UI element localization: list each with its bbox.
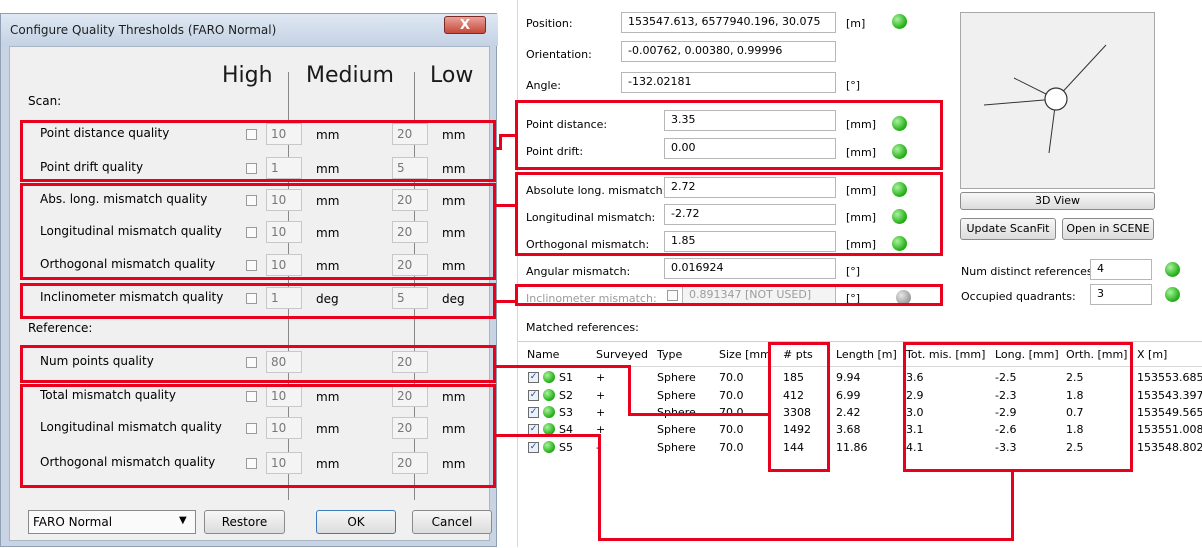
highlight-inclinometer-value [515, 284, 943, 306]
column-header[interactable]: Size [mm [719, 348, 771, 361]
connector-line [628, 413, 769, 416]
table-cell: + [596, 389, 606, 402]
scan-section-label: Scan: [28, 94, 62, 108]
connector-line [499, 134, 516, 137]
table-cell: Sphere [657, 441, 696, 454]
table-cell: Sphere [657, 423, 696, 436]
highlight-point-quality [20, 120, 496, 182]
table-cell: S5 [559, 441, 573, 454]
angle-unit: [°] [846, 79, 861, 92]
row-checkbox[interactable]: ✓ [528, 442, 539, 453]
close-button[interactable]: X [444, 16, 486, 34]
table-cell: Sphere [657, 389, 696, 402]
row-checkbox[interactable]: ✓ [528, 372, 539, 383]
reference-status-icon [543, 389, 555, 401]
cancel-button[interactable]: Cancel [412, 510, 492, 534]
reference-status-icon [543, 371, 555, 383]
reference-status-icon [543, 406, 555, 418]
table-cell: 11.86 [836, 441, 868, 454]
column-header[interactable]: Surveyed [596, 348, 648, 361]
highlight-num-points-quality [20, 345, 496, 383]
connector-line [1011, 472, 1014, 541]
highlight-inclinometer-quality [20, 283, 496, 319]
column-header[interactable]: Length [m] [836, 348, 897, 361]
table-cell: + [596, 371, 606, 384]
chevron-down-icon: ▼ [179, 515, 187, 526]
angular-mismatch-unit: [°] [846, 265, 861, 278]
table-cell: 70.0 [719, 371, 744, 384]
table-cell: 6.99 [836, 389, 861, 402]
table-cell: 70.0 [719, 389, 744, 402]
table-cell: 153548.802 [1137, 441, 1202, 454]
table-cell: S3 [559, 406, 573, 419]
position-field[interactable]: 153547.613, 6577940.196, 30.075 [621, 12, 836, 33]
column-header[interactable]: Name [527, 348, 559, 361]
connector-line [496, 434, 601, 437]
ok-button[interactable]: OK [316, 510, 396, 534]
column-header[interactable]: X [m] [1137, 348, 1167, 361]
position-status-icon [892, 14, 907, 29]
scan-position-icon [983, 44, 1107, 154]
table-cell: 153551.008 [1137, 423, 1202, 436]
num-references-field[interactable]: 4 [1090, 259, 1152, 280]
table-cell: S2 [559, 389, 573, 402]
table-cell: 9.94 [836, 371, 861, 384]
preset-value: FARO Normal [33, 515, 113, 529]
highlight-mismatch-values [515, 172, 943, 256]
table-cell: + [596, 406, 606, 419]
table-cell: 3.68 [836, 423, 861, 436]
reference-status-icon [543, 441, 555, 453]
angle-field[interactable]: -132.02181 [621, 72, 836, 93]
num-references-status-icon [1165, 262, 1180, 277]
connector-line [496, 300, 516, 303]
column-header[interactable]: Type [657, 348, 682, 361]
orientation-field[interactable]: -0.00762, 0.00380, 0.99996 [621, 41, 836, 62]
angle-label: Angle: [526, 79, 562, 92]
column-low-header: Low [430, 63, 474, 88]
table-cell: S1 [559, 371, 573, 384]
occupied-quadrants-field[interactable]: 3 [1090, 284, 1152, 305]
connector-line [598, 434, 601, 540]
highlight-point-values [515, 100, 943, 170]
matched-references-label: Matched references: [526, 321, 639, 334]
reference-section-label: Reference: [28, 321, 93, 335]
angular-mismatch-label: Angular mismatch: [526, 265, 631, 278]
highlight-reference-mismatch-quality [20, 384, 496, 488]
position-label: Position: [526, 17, 573, 30]
3d-view-canvas[interactable] [960, 12, 1155, 189]
table-cell: 2.42 [836, 406, 861, 419]
highlight-mismatch-columns [903, 342, 1133, 472]
table-cell: 153549.565 [1137, 406, 1202, 419]
num-references-label: Num distinct references: [961, 265, 1097, 278]
occupied-quadrants-status-icon [1165, 287, 1180, 302]
angular-mismatch-field[interactable]: 0.016924 [664, 258, 836, 279]
highlight-pts-column [768, 342, 830, 472]
position-unit: [m] [846, 17, 866, 30]
3d-view-button[interactable]: 3D View [960, 192, 1155, 210]
restore-button[interactable]: Restore [204, 510, 285, 534]
occupied-quadrants-label: Occupied quadrants: [961, 290, 1076, 303]
table-cell: 70.0 [719, 441, 744, 454]
dialog-title: Configure Quality Thresholds (FARO Norma… [10, 23, 277, 37]
table-cell: Sphere [657, 371, 696, 384]
connector-line [628, 365, 631, 415]
table-cell: 70.0 [719, 423, 744, 436]
orientation-label: Orientation: [526, 48, 592, 61]
open-in-scene-button[interactable]: Open in SCENE [1062, 218, 1154, 240]
update-scanfit-button[interactable]: Update ScanFit [960, 218, 1056, 240]
row-checkbox[interactable]: ✓ [528, 390, 539, 401]
preset-select[interactable]: FARO Normal ▼ [28, 510, 196, 534]
column-high-header: High [222, 63, 273, 88]
column-medium-header: Medium [306, 63, 394, 88]
table-cell: 153543.397 [1137, 389, 1202, 402]
dialog-titlebar[interactable]: Configure Quality Thresholds (FARO Norma… [1, 14, 498, 46]
connector-line [496, 204, 516, 207]
connector-line [496, 365, 630, 368]
connector-line [598, 538, 1014, 541]
row-checkbox[interactable]: ✓ [528, 407, 539, 418]
table-cell: 153553.685 [1137, 371, 1202, 384]
highlight-mismatch-quality [20, 183, 496, 280]
